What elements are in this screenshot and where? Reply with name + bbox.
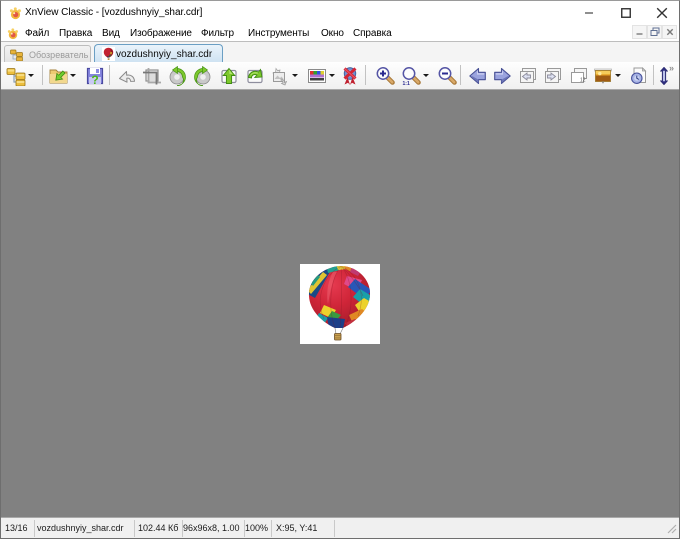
svg-text:12: 12: [580, 78, 586, 84]
svg-text:?: ?: [91, 73, 98, 86]
svg-text:1:1: 1:1: [403, 81, 410, 86]
